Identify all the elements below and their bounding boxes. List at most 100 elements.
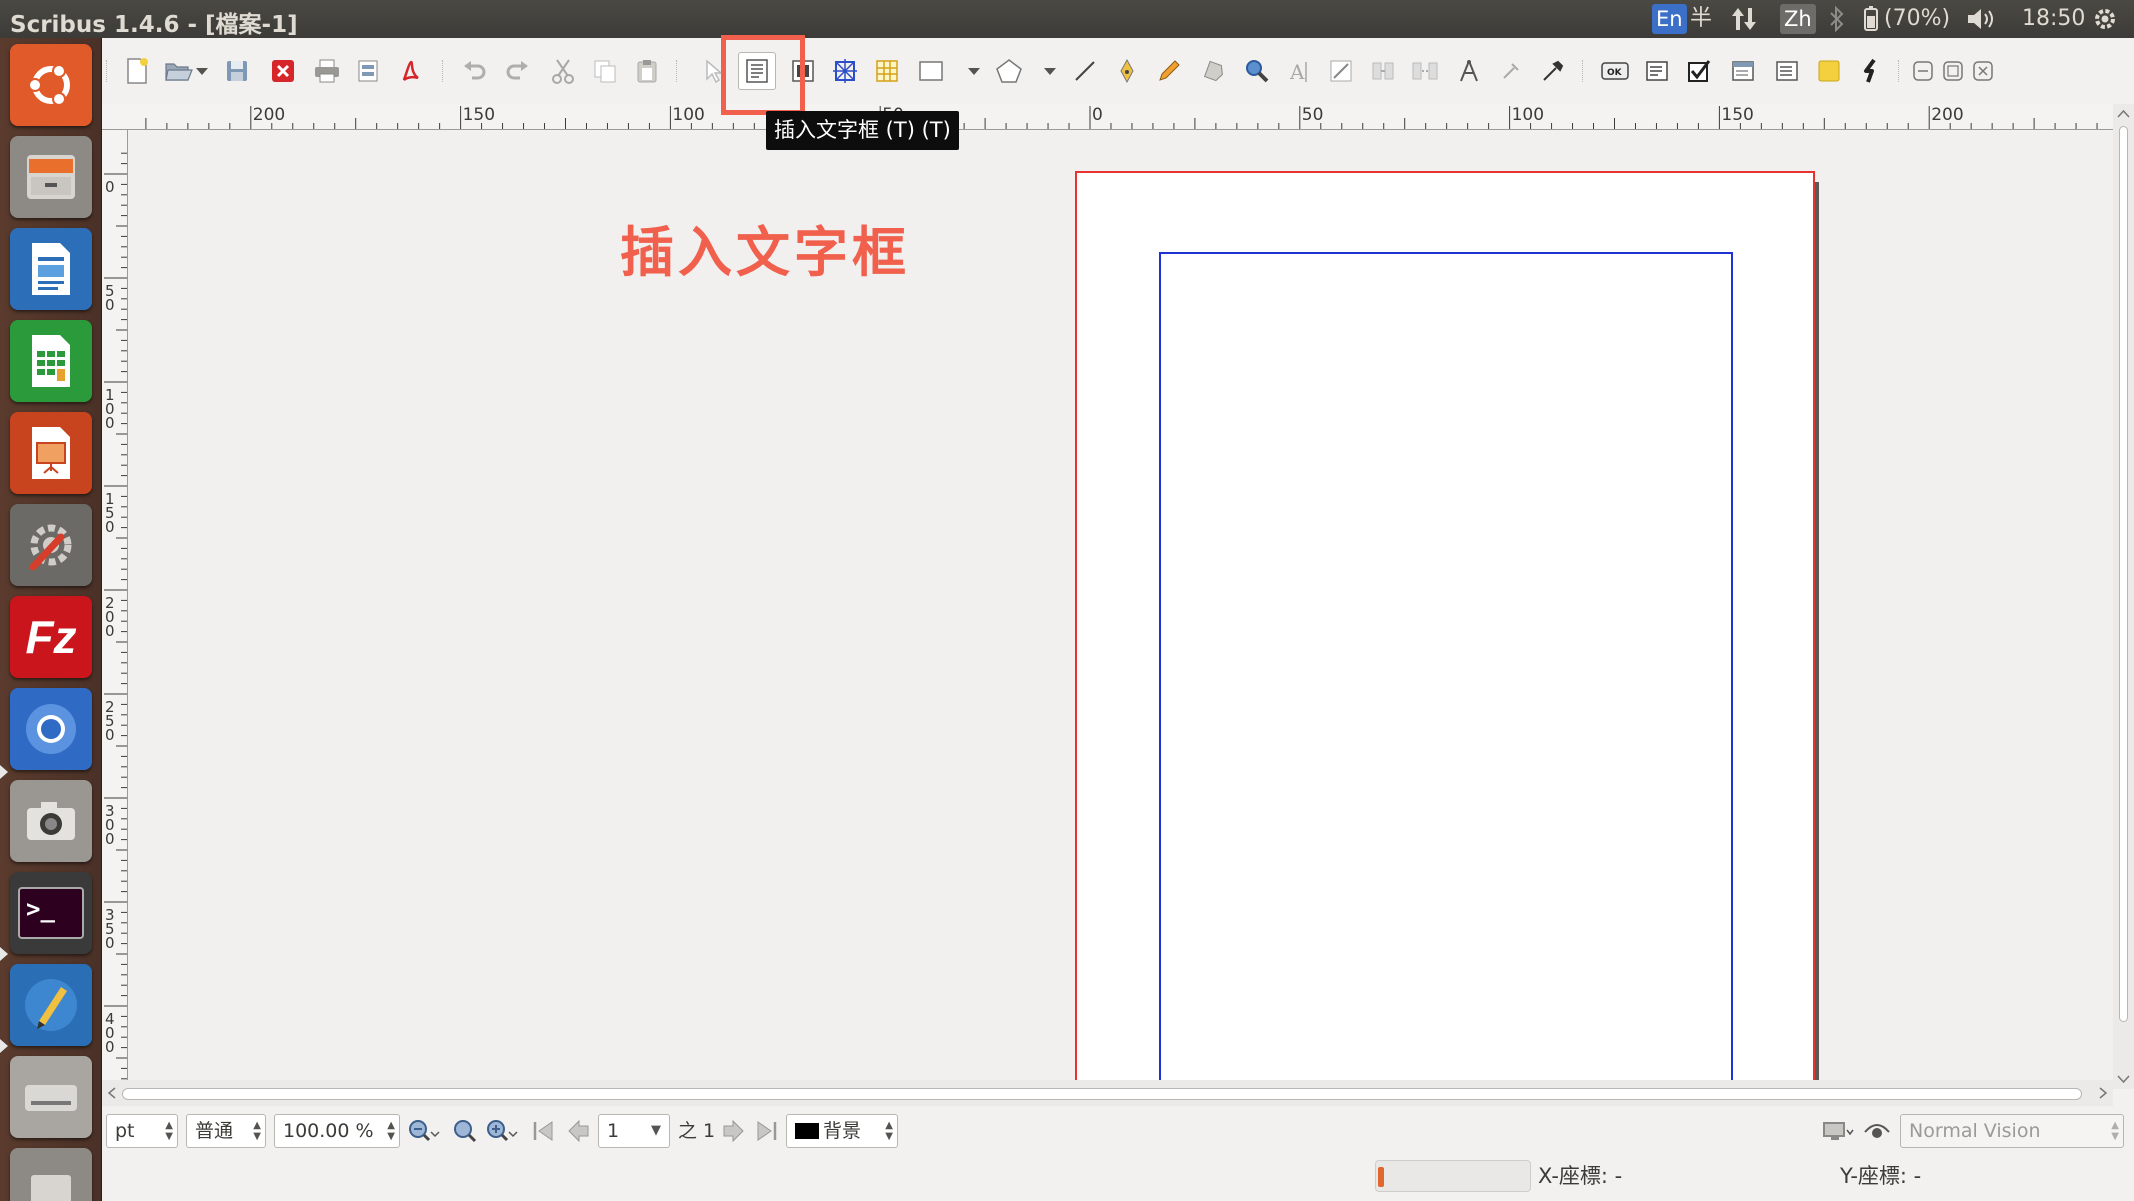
input-method-en-indicator[interactable]: En	[1652, 4, 1687, 34]
scroll-up-icon[interactable]	[2113, 106, 2134, 122]
previous-page-button[interactable]	[564, 1116, 594, 1146]
copy-properties-tool[interactable]	[1494, 54, 1528, 88]
spinner-arrows-icon: ▲ ▼	[387, 1120, 395, 1142]
settings-gear-icon[interactable]	[2090, 4, 2120, 34]
shape-dropdown[interactable]	[968, 68, 980, 75]
edit-text-tool[interactable]: A	[1282, 54, 1316, 88]
view-mode-selector[interactable]: 普通 ▲ ▼	[186, 1114, 266, 1148]
pdf-combo-box-tool[interactable]	[1726, 54, 1760, 88]
cut-button[interactable]	[546, 54, 580, 88]
horizontal-scrollbar[interactable]	[102, 1080, 2113, 1106]
launcher-impress[interactable]	[10, 412, 92, 494]
chevron-down-icon[interactable]: ▼	[651, 1115, 661, 1147]
first-page-button[interactable]	[528, 1116, 558, 1146]
measurements-tool[interactable]	[1452, 54, 1486, 88]
launcher-camera[interactable]	[10, 780, 92, 862]
next-page-button[interactable]	[718, 1116, 748, 1146]
bezier-curve-tool[interactable]	[1110, 54, 1144, 88]
input-method-half-indicator[interactable]: 半	[1690, 4, 1712, 34]
battery-icon[interactable]	[1862, 4, 1880, 34]
launcher-scribus[interactable]	[10, 964, 92, 1046]
last-page-button[interactable]	[752, 1116, 782, 1146]
insert-render-frame-tool[interactable]	[828, 54, 862, 88]
pdf-list-box-tool[interactable]	[1770, 54, 1804, 88]
zoom-in-button[interactable]	[484, 1116, 520, 1146]
y-coordinate-label: Y-座標: -	[1840, 1164, 1922, 1188]
unit-selector[interactable]: pt ▲ ▼	[106, 1114, 178, 1148]
save-button[interactable]	[220, 54, 254, 88]
document-canvas[interactable]: 插入文字框	[128, 130, 2113, 1080]
insert-polygon-tool[interactable]	[992, 54, 1026, 88]
launcher-writer[interactable]	[10, 228, 92, 310]
vertical-scrollbar[interactable]	[2113, 104, 2134, 1089]
undo-button[interactable]	[458, 54, 492, 88]
edit-contents-tool[interactable]	[1324, 54, 1358, 88]
launcher-trash[interactable]	[10, 1148, 92, 1201]
launcher-ubuntu-dash[interactable]	[10, 44, 92, 126]
launcher-terminal[interactable]: >_	[10, 872, 92, 954]
battery-percentage[interactable]: (70%)	[1884, 4, 1950, 34]
minimize-document-button[interactable]	[1910, 54, 1936, 88]
link-text-frames-tool[interactable]	[1366, 54, 1400, 88]
insert-shape-tool[interactable]	[914, 54, 948, 88]
toolbar-separator	[442, 60, 444, 82]
input-method-zh-indicator[interactable]: Zh	[1780, 4, 1816, 34]
restore-document-button[interactable]	[1940, 54, 1966, 88]
launcher-drive[interactable]	[10, 1056, 92, 1138]
launcher-files[interactable]	[10, 136, 92, 218]
eyedropper-tool[interactable]	[1536, 54, 1570, 88]
document-page[interactable]	[1075, 171, 1815, 1080]
vision-mode-selector[interactable]: Normal Vision ▲ ▼	[1900, 1114, 2124, 1148]
scroll-right-icon[interactable]	[2095, 1080, 2111, 1106]
launcher-calc[interactable]	[10, 320, 92, 402]
polygon-dropdown[interactable]	[1044, 68, 1056, 75]
zoom-100-button[interactable]	[450, 1116, 480, 1146]
network-icon[interactable]	[1730, 4, 1758, 34]
horizontal-scrollbar-thumb[interactable]	[122, 1088, 2082, 1100]
unlink-text-frames-tool[interactable]	[1408, 54, 1442, 88]
launcher-system-settings[interactable]	[10, 504, 92, 586]
pdf-text-field-tool[interactable]	[1640, 54, 1674, 88]
scroll-down-icon[interactable]	[2113, 1071, 2134, 1087]
insert-table-tool[interactable]	[870, 54, 904, 88]
pdf-push-button-tool[interactable]: OK	[1598, 54, 1632, 88]
zoom-tool[interactable]	[1240, 54, 1274, 88]
link-annotation-tool[interactable]	[1854, 54, 1888, 88]
text-annotation-tool[interactable]	[1812, 54, 1846, 88]
copy-button[interactable]	[588, 54, 622, 88]
export-pdf-button[interactable]	[394, 54, 428, 88]
close-document-window-button[interactable]	[1970, 54, 1996, 88]
launcher-chromium[interactable]	[10, 688, 92, 770]
vertical-ruler[interactable]: 050100150200250300350400	[102, 130, 128, 1080]
preflight-verifier-button[interactable]	[352, 54, 386, 88]
open-document-button[interactable]	[162, 54, 196, 88]
eye-icon	[1864, 1124, 1890, 1138]
paste-button[interactable]	[630, 54, 664, 88]
visual-appearance-button[interactable]	[1862, 1116, 1892, 1146]
bluetooth-icon[interactable]	[1828, 4, 1846, 34]
new-document-button[interactable]	[120, 54, 154, 88]
print-button[interactable]	[310, 54, 344, 88]
open-recent-dropdown[interactable]	[196, 68, 208, 75]
scroll-left-icon[interactable]	[104, 1080, 120, 1106]
pdf-checkbox-tool[interactable]	[1682, 54, 1716, 88]
horizontal-ruler[interactable]: 4504003503002502001501005005010015020025…	[102, 104, 2116, 130]
impress-presentation-icon	[32, 427, 70, 479]
page-number-input[interactable]: 1 ▼	[598, 1114, 670, 1148]
volume-icon[interactable]	[1965, 4, 1999, 34]
preview-mode-button[interactable]	[1820, 1116, 1856, 1146]
freehand-line-tool[interactable]	[1152, 54, 1186, 88]
close-document-button[interactable]	[266, 54, 300, 88]
ruler-label: 0	[105, 178, 115, 196]
zoom-out-button[interactable]	[406, 1116, 442, 1146]
launcher-filezilla[interactable]: Fz	[10, 596, 92, 678]
redo-button[interactable]	[500, 54, 534, 88]
chain-link-icon	[1864, 58, 1876, 83]
zoom-input[interactable]: 100.00 % ▲ ▼	[274, 1114, 400, 1148]
main-toolbar: A OK	[102, 38, 2134, 104]
insert-line-tool[interactable]	[1068, 54, 1102, 88]
layer-selector[interactable]: 背景 ▲ ▼	[786, 1114, 898, 1148]
clock[interactable]: 18:50	[2022, 4, 2085, 34]
vertical-scrollbar-thumb[interactable]	[2119, 126, 2128, 1022]
rotate-item-tool[interactable]	[1196, 54, 1230, 88]
